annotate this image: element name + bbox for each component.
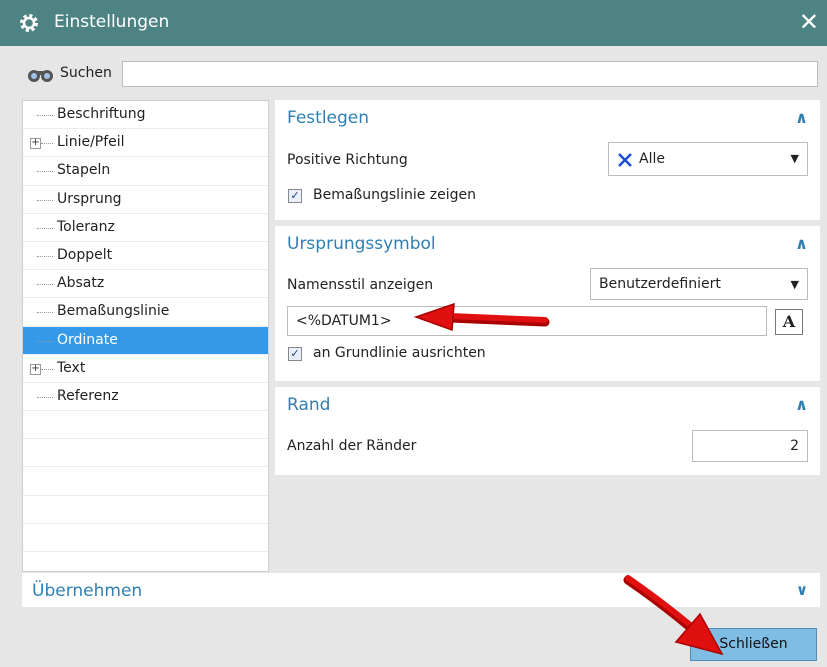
panel-title: Ursprungssymbol (287, 234, 436, 254)
apply-section[interactable]: Übernehmen ∨ (22, 573, 820, 607)
cross-icon (618, 153, 632, 167)
settings-tree: Beschriftung + Linie/Pfeil Stapeln Urspr… (22, 100, 269, 572)
align-baseline-checkbox[interactable]: ✓ (288, 347, 302, 361)
tree-item-label: Bemaßungslinie (57, 303, 170, 320)
tree-item-ordinate[interactable]: Ordinate (23, 326, 268, 355)
tree-empty-row (23, 524, 268, 552)
gear-icon (20, 14, 38, 32)
show-dimension-line-checkbox[interactable]: ✓ (288, 189, 302, 203)
chevron-down-icon: ▼ (790, 152, 799, 165)
tree-item-label: Text (57, 359, 86, 376)
align-baseline-label: an Grundlinie ausrichten (313, 345, 486, 361)
tree-item-beschriftung[interactable]: Beschriftung (23, 101, 268, 130)
panel-title: Rand (287, 395, 331, 415)
chevron-up-icon[interactable]: ∧ (795, 108, 808, 127)
ursprungssymbol-panel: Ursprungssymbol ∧ Namensstil anzeigen Be… (275, 226, 820, 381)
positive-direction-select[interactable]: Alle ▼ (608, 142, 808, 176)
tree-item-label: Toleranz (57, 218, 115, 235)
tree-item-label: Absatz (57, 275, 105, 292)
tree-item-label: Stapeln (57, 162, 111, 179)
festlegen-panel: Festlegen ∧ Positive Richtung Alle ▼ ✓ B… (275, 100, 820, 220)
close-button[interactable]: Schließen (690, 628, 817, 661)
search-label: Suchen (60, 65, 112, 81)
select-value: Benutzerdefiniert (599, 276, 721, 292)
tree-item-label: Ordinate (57, 331, 118, 348)
tree-item-label: Beschriftung (57, 106, 146, 122)
font-settings-button[interactable]: A (775, 309, 803, 335)
tree-item-label: Linie/Pfeil (57, 134, 125, 151)
tree-item-toleranz[interactable]: Toleranz (23, 214, 268, 242)
tree-empty-row (23, 496, 268, 524)
tree-item-ursprung[interactable]: Ursprung (23, 186, 268, 214)
input-value: <%DATUM1> (296, 313, 392, 329)
tree-item-linie-pfeil[interactable]: + Linie/Pfeil (23, 129, 268, 158)
expand-icon[interactable]: + (30, 138, 41, 150)
positive-direction-label: Positive Richtung (287, 152, 408, 168)
tree-empty-row (23, 467, 268, 496)
margin-count-input[interactable]: 2 (692, 430, 808, 462)
title-bar: Einstellungen ✕ (0, 0, 827, 46)
close-icon[interactable]: ✕ (799, 8, 819, 36)
show-dimension-line-label: Bemaßungslinie zeigen (313, 187, 477, 203)
tree-item-absatz[interactable]: Absatz (23, 270, 268, 299)
select-value: Alle (639, 151, 665, 167)
tree-empty-row (23, 439, 268, 468)
expand-icon[interactable]: + (30, 363, 41, 375)
search-input[interactable] (122, 61, 818, 87)
tree-item-stapeln[interactable]: Stapeln (23, 157, 268, 186)
window-title: Einstellungen (54, 12, 170, 32)
chevron-down-icon: ▼ (790, 278, 799, 291)
origin-symbol-text-input[interactable]: <%DATUM1> (287, 306, 767, 336)
tree-item-label: Ursprung (57, 190, 122, 207)
name-style-select[interactable]: Benutzerdefiniert ▼ (590, 268, 808, 300)
tree-item-bemassungslinie[interactable]: Bemaßungslinie (23, 298, 268, 327)
tree-empty-row (23, 552, 268, 571)
panel-title: Festlegen (287, 108, 370, 128)
chevron-up-icon[interactable]: ∧ (795, 234, 808, 253)
chevron-up-icon[interactable]: ∧ (795, 395, 808, 414)
chevron-down-icon[interactable]: ∨ (796, 581, 808, 599)
binoculars-icon (28, 70, 53, 82)
tree-item-label: Doppelt (57, 246, 113, 263)
tree-item-referenz[interactable]: Referenz (23, 383, 268, 412)
input-value: 2 (790, 438, 799, 454)
name-style-label: Namensstil anzeigen (287, 277, 434, 293)
apply-title: Übernehmen (32, 581, 143, 601)
margin-count-label: Anzahl der Ränder (287, 438, 417, 454)
tree-item-text[interactable]: + Text (23, 355, 268, 383)
tree-item-doppelt[interactable]: Doppelt (23, 242, 268, 271)
tree-item-label: Referenz (57, 387, 119, 404)
tree-empty-row (23, 411, 268, 440)
